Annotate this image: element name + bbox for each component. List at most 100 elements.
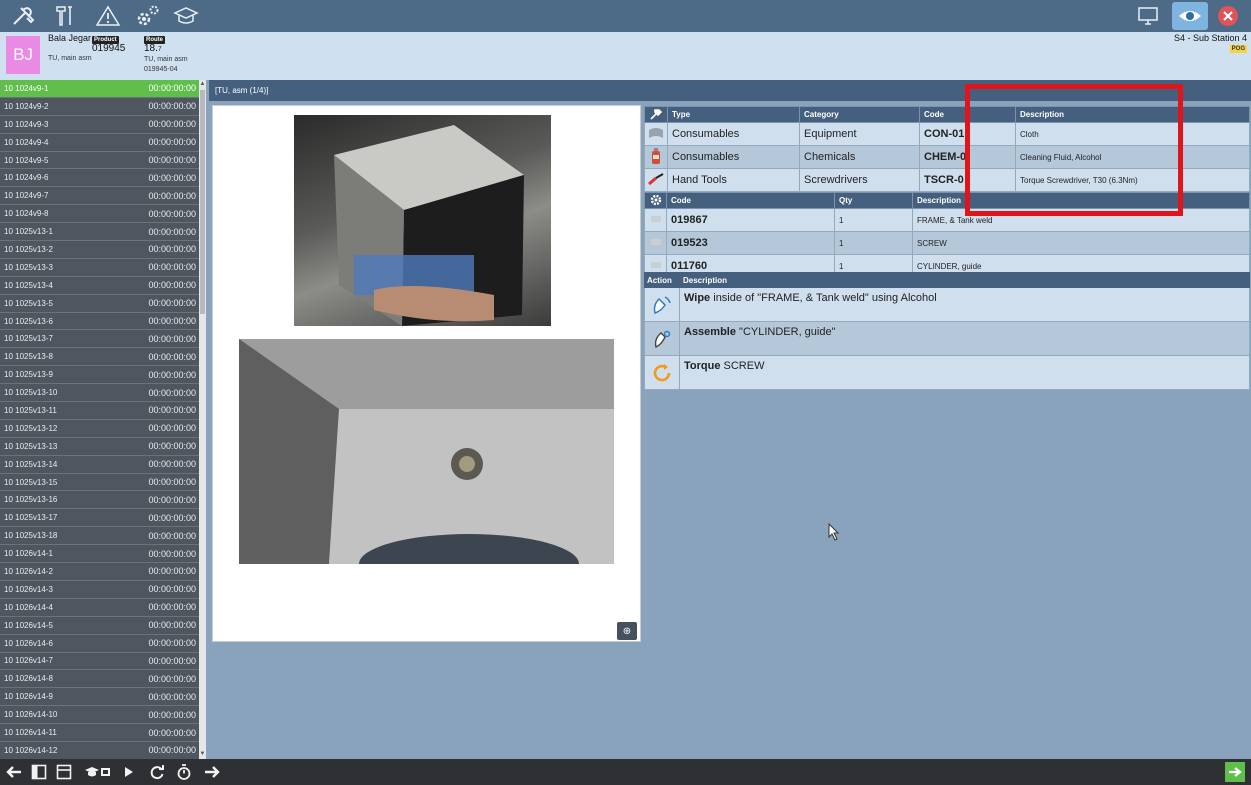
- list-item[interactable]: 10 1026v14-7 00:00:00:00: [0, 652, 206, 671]
- col-qty[interactable]: Qty: [834, 192, 913, 209]
- graduation-cap-icon[interactable]: [172, 3, 200, 29]
- education-toggle-icon[interactable]: [84, 762, 112, 782]
- panel-split-icon[interactable]: [55, 762, 73, 782]
- gears-icon[interactable]: [134, 3, 162, 29]
- list-item[interactable]: 10 1026v14-12 00:00:00:00: [0, 741, 206, 759]
- list-item[interactable]: 10 1026v14-8 00:00:00:00: [0, 670, 206, 689]
- list-item-time: 00:00:00:00: [148, 477, 196, 488]
- part-qty: 1: [834, 208, 913, 232]
- list-item[interactable]: 10 1025v13-3 00:00:00:00: [0, 258, 206, 277]
- operator-name: Bala Jegar: [48, 33, 92, 43]
- list-item[interactable]: 10 1026v14-3 00:00:00:00: [0, 580, 206, 599]
- list-item[interactable]: 10 1024v9-1 00:00:00:00: [0, 80, 206, 98]
- list-item[interactable]: 10 1024v9-4 00:00:00:00: [0, 133, 206, 152]
- col-description: Description: [683, 275, 728, 285]
- list-item-label: 10 1025v13-9: [4, 370, 53, 380]
- list-item[interactable]: 10 1024v9-8 00:00:00:00: [0, 205, 206, 224]
- list-item-time: 00:00:00:00: [148, 155, 196, 165]
- action-verb: Assemble: [684, 326, 736, 338]
- list-item-label: 10 1024v9-7: [4, 191, 49, 201]
- col-action: Action: [647, 275, 672, 285]
- list-item[interactable]: 10 1024v9-6 00:00:00:00: [0, 169, 206, 188]
- list-item[interactable]: 10 1025v13-9 00:00:00:00: [0, 366, 206, 385]
- top-toolbar: [0, 0, 1251, 32]
- list-item-label: 10 1026v14-10: [4, 710, 58, 720]
- timer-icon[interactable]: [176, 762, 192, 782]
- list-item-time: 00:00:00:00: [148, 548, 196, 559]
- list-item[interactable]: 10 1026v14-9 00:00:00:00: [0, 688, 206, 707]
- list-item-time: 00:00:00:00: [148, 298, 196, 309]
- tool-type: Consumables: [667, 145, 800, 169]
- list-item[interactable]: 10 1025v13-14 00:00:00:00: [0, 455, 206, 474]
- list-item-label: 10 1026v14-6: [4, 638, 53, 648]
- col-code[interactable]: Code: [666, 192, 835, 209]
- list-item-label: 10 1026v14-3: [4, 584, 53, 594]
- action-row[interactable]: Assemble "CYLINDER, guide": [644, 322, 1250, 356]
- list-item-time: 00:00:00:00: [148, 333, 196, 344]
- list-item-label: 10 1025v13-6: [4, 316, 53, 326]
- list-item[interactable]: 10 1025v13-1 00:00:00:00: [0, 223, 206, 242]
- panel-left-icon[interactable]: [30, 762, 48, 782]
- list-item[interactable]: 10 1025v13-4 00:00:00:00: [0, 276, 206, 295]
- list-item[interactable]: 10 1024v9-2 00:00:00:00: [0, 97, 206, 116]
- close-icon[interactable]: [1214, 3, 1242, 29]
- list-item[interactable]: 10 1025v13-16 00:00:00:00: [0, 491, 206, 510]
- back-arrow-icon[interactable]: [5, 762, 23, 782]
- avatar[interactable]: BJ: [6, 36, 40, 74]
- wipe-hand-icon: [645, 288, 680, 321]
- part-thumbnail-icon: [644, 208, 667, 232]
- route-num: 18.: [144, 43, 158, 54]
- monitor-icon[interactable]: [1134, 3, 1162, 29]
- scroll-down-icon[interactable]: ▼: [199, 750, 206, 759]
- list-item[interactable]: 10 1024v9-7 00:00:00:00: [0, 187, 206, 206]
- wrench-screwdriver-icon[interactable]: [10, 3, 38, 29]
- col-type[interactable]: Type: [667, 106, 800, 123]
- col-category[interactable]: Category: [799, 106, 920, 123]
- next-green-arrow-icon[interactable]: [1225, 762, 1245, 782]
- list-item[interactable]: 10 1026v14-4 00:00:00:00: [0, 598, 206, 617]
- list-item-label: 10 1026v14-7: [4, 656, 53, 666]
- action-row[interactable]: Wipe inside of "FRAME, & Tank weld" usin…: [644, 288, 1250, 322]
- refresh-icon[interactable]: [148, 762, 166, 782]
- list-item[interactable]: 10 1025v13-11 00:00:00:00: [0, 402, 206, 420]
- list-item[interactable]: 10 1025v13-6 00:00:00:00: [0, 312, 206, 331]
- play-icon[interactable]: [122, 762, 136, 782]
- warning-icon[interactable]: [94, 3, 122, 29]
- list-item-label: 10 1025v13-5: [4, 298, 53, 308]
- list-item[interactable]: 10 1025v13-2 00:00:00:00: [0, 241, 206, 259]
- list-item[interactable]: 10 1026v14-11 00:00:00:00: [0, 724, 206, 742]
- forward-arrow-icon[interactable]: [203, 762, 221, 782]
- list-item-label: 10 1024v9-6: [4, 173, 49, 183]
- list-item[interactable]: 10 1026v14-1 00:00:00:00: [0, 545, 206, 564]
- list-item[interactable]: 10 1026v14-10 00:00:00:00: [0, 706, 206, 725]
- action-row[interactable]: Torque SCREW: [644, 356, 1250, 390]
- list-item[interactable]: 10 1024v9-3 00:00:00:00: [0, 115, 206, 134]
- list-item-label: 10 1026v14-5: [4, 620, 53, 630]
- list-item[interactable]: 10 1026v14-2 00:00:00:00: [0, 563, 206, 581]
- table-row[interactable]: 019523 1 SCREW: [644, 231, 1250, 255]
- list-item[interactable]: 10 1025v13-17 00:00:00:00: [0, 509, 206, 528]
- list-item[interactable]: 10 1025v13-12 00:00:00:00: [0, 419, 206, 438]
- list-item[interactable]: 10 1025v13-5 00:00:00:00: [0, 294, 206, 313]
- list-item[interactable]: 10 1025v13-7 00:00:00:00: [0, 330, 206, 349]
- list-item-time: 00:00:00:00: [148, 727, 196, 738]
- eye-icon[interactable]: [1172, 2, 1208, 30]
- list-item[interactable]: 10 1025v13-8 00:00:00:00: [0, 348, 206, 367]
- list-item[interactable]: 10 1024v9-5 00:00:00:00: [0, 151, 206, 170]
- zoom-in-icon[interactable]: ⊕: [617, 622, 637, 640]
- list-item[interactable]: 10 1025v13-15 00:00:00:00: [0, 473, 206, 492]
- actions-table: Action Description Wipe inside of "FRAME…: [644, 272, 1250, 390]
- scroll-up-icon[interactable]: ▲: [199, 80, 206, 89]
- step-list: 10 1024v9-1 00:00:00:00 10 1024v9-2 00:00:0…: [0, 80, 206, 759]
- list-item-label: 10 1025v13-17: [4, 513, 58, 523]
- list-item[interactable]: 10 1026v14-5 00:00:00:00: [0, 616, 206, 635]
- tools-icon[interactable]: [52, 3, 80, 29]
- list-item-label: 10 1025v13-7: [4, 334, 53, 344]
- list-item[interactable]: 10 1025v13-10 00:00:00:00: [0, 384, 206, 403]
- list-item[interactable]: 10 1026v14-6 00:00:00:00: [0, 634, 206, 653]
- list-item[interactable]: 10 1025v13-13 00:00:00:00: [0, 437, 206, 456]
- list-item[interactable]: 10 1025v13-18 00:00:00:00: [0, 527, 206, 546]
- product-info: Product 019945 TU, main asm: [48, 34, 125, 63]
- list-item-time: 00:00:00:00: [148, 316, 196, 327]
- list-scroll-thumb[interactable]: [200, 90, 205, 314]
